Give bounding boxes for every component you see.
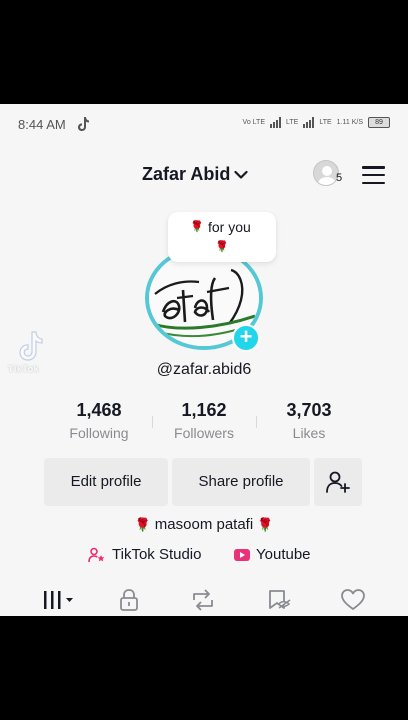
- youtube-label: Youtube: [256, 546, 311, 563]
- add-user-icon: [326, 471, 350, 493]
- status-bar: 8:44 AM Vo LTE LTE LTE 1.11 K/S 89: [0, 104, 408, 144]
- watermark-text: TikTok: [8, 364, 40, 374]
- followers-label: Followers: [174, 425, 234, 441]
- stat-likes[interactable]: 3,703 Likes: [264, 400, 354, 441]
- edit-profile-button[interactable]: Edit profile: [44, 458, 168, 506]
- note-text: for you: [208, 219, 251, 235]
- youtube-link[interactable]: Youtube: [234, 546, 311, 563]
- rose-icon: 🌹: [190, 221, 204, 233]
- tiktok-notification-icon: [78, 117, 89, 131]
- profile-note-bubble[interactable]: 🌹 for you 🌹: [168, 212, 276, 276]
- username-title: Zafar Abid: [142, 164, 231, 184]
- add-friends-button[interactable]: [314, 458, 362, 506]
- following-label: Following: [69, 425, 129, 441]
- lock-icon: [120, 589, 138, 611]
- likes-label: Likes: [292, 425, 326, 441]
- status-time: 8:44 AM: [18, 117, 66, 132]
- bio-text: masoom patafi: [154, 516, 254, 533]
- followers-count: 1,162: [181, 400, 227, 420]
- profile-links: TikTok Studio Youtube: [0, 546, 408, 568]
- profile-content-tabs: [0, 584, 408, 616]
- liked-heart-icon: [341, 589, 365, 610]
- status-indicators: Vo LTE LTE LTE 1.11 K/S 89: [243, 116, 390, 128]
- profile-bio: 🌹 masoom patafi 🌹: [0, 516, 408, 533]
- signal-icon-2: [303, 116, 315, 128]
- profile-handle: @zafar.abid6: [156, 361, 252, 378]
- account-switcher[interactable]: Zafar Abid: [142, 164, 248, 185]
- volte-label: Vo LTE: [242, 118, 265, 126]
- tab-private[interactable]: [118, 588, 140, 612]
- rose-icon-3: 🌹: [134, 517, 151, 532]
- youtube-icon: [234, 548, 250, 561]
- stat-following[interactable]: 1,468 Following: [54, 400, 144, 441]
- share-profile-button[interactable]: Share profile: [172, 458, 310, 506]
- tab-reposts[interactable]: [190, 588, 216, 612]
- add-story-plus-icon[interactable]: +: [232, 324, 260, 352]
- network-speed: 1.11 K/S: [336, 118, 363, 126]
- tiktok-watermark: TikTok: [8, 330, 52, 380]
- profile-stats: 1,468 Following 1,162 Followers 3,703 Li…: [0, 400, 408, 444]
- tiktok-studio-label: TikTok Studio: [112, 546, 202, 563]
- tab-favorites[interactable]: [266, 588, 292, 612]
- tab-videos[interactable]: [42, 588, 76, 612]
- rose-icon-4: 🌹: [257, 517, 274, 532]
- stat-followers[interactable]: 1,162 Followers: [159, 400, 249, 441]
- following-count: 1,468: [76, 400, 122, 420]
- hamburger-menu-icon[interactable]: [362, 166, 386, 184]
- stat-divider: [152, 416, 153, 428]
- likes-count: 3,703: [286, 400, 332, 420]
- chevron-down-icon: [234, 170, 248, 179]
- studio-person-star-icon: [88, 547, 105, 562]
- friends-count-badge: 5: [336, 172, 343, 184]
- tiktok-logo-icon: [19, 331, 43, 361]
- battery-icon: 89: [368, 116, 390, 128]
- profile-screen: 8:44 AM Vo LTE LTE LTE 1.11 K/S 89 Zafar…: [0, 104, 408, 616]
- tab-liked[interactable]: [340, 588, 366, 612]
- lte-label-1: LTE: [286, 118, 299, 126]
- signal-icon: [270, 116, 281, 128]
- profile-header: Zafar Abid 5: [0, 156, 408, 192]
- repost-icon: [193, 589, 213, 611]
- lte-label-2: LTE: [319, 118, 332, 126]
- rose-icon-2: 🌹: [215, 241, 229, 253]
- videos-grid-icon: [44, 591, 73, 609]
- tiktok-studio-link[interactable]: TikTok Studio: [88, 546, 201, 563]
- favorites-icon: [269, 590, 291, 609]
- stat-divider-2: [256, 416, 257, 428]
